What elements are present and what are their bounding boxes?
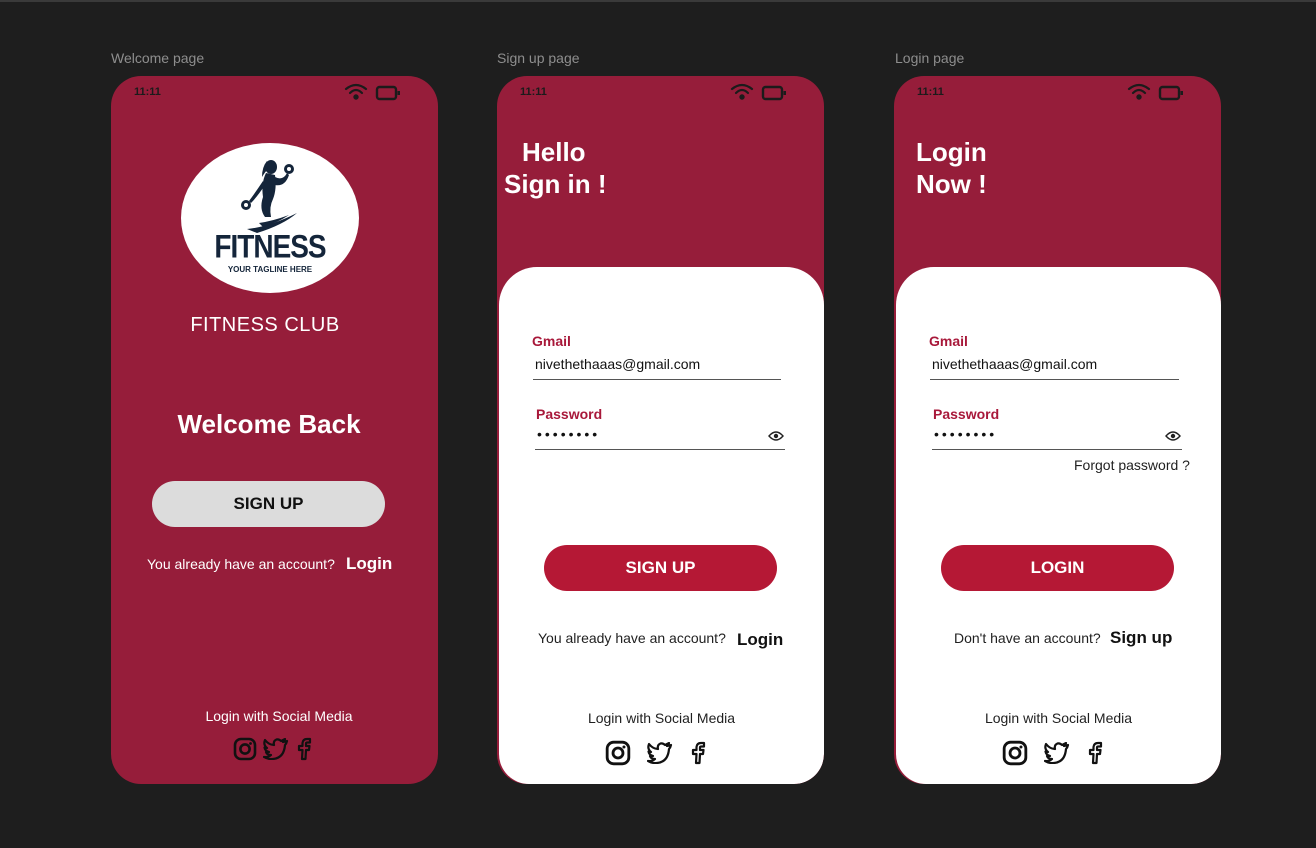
password-underline bbox=[535, 449, 785, 450]
social-icons bbox=[605, 740, 707, 766]
signup-button[interactable]: SIGN UP bbox=[544, 545, 777, 591]
wifi-icon bbox=[730, 83, 754, 100]
signup-screen: 11:11 Hello Sign in ! Gmail nivethethaaa… bbox=[497, 76, 824, 784]
password-underline bbox=[932, 449, 1182, 450]
wifi-icon bbox=[344, 83, 368, 100]
status-icons bbox=[730, 83, 786, 101]
social-label: Login with Social Media bbox=[984, 710, 1133, 726]
twitter-icon[interactable] bbox=[647, 742, 673, 764]
login-button[interactable]: LOGIN bbox=[941, 545, 1174, 591]
gmail-label: Gmail bbox=[532, 333, 571, 349]
account-prompt: You already have an account? bbox=[538, 630, 726, 646]
status-time: 11:11 bbox=[134, 86, 161, 98]
heading-line-2: Now ! bbox=[916, 169, 987, 199]
canvas-top-border bbox=[0, 0, 1316, 2]
eye-icon[interactable] bbox=[1165, 430, 1181, 442]
eye-icon[interactable] bbox=[768, 430, 784, 442]
login-screen: 11:11 Login Now ! Gmail nivethethaaas@gm… bbox=[894, 76, 1221, 784]
welcome-screen: 11:11 FITNESS YOUR TAGLINE HERE FITNESS … bbox=[111, 76, 438, 784]
forgot-password-link[interactable]: Forgot password ? bbox=[1074, 457, 1190, 473]
heading-line-2: Sign in ! bbox=[504, 169, 607, 199]
signup-link[interactable]: Sign up bbox=[1110, 628, 1172, 648]
account-prompt: Don't have an account? bbox=[954, 630, 1101, 646]
login-link[interactable]: Login bbox=[737, 630, 783, 650]
status-icons bbox=[1127, 83, 1183, 101]
facebook-icon[interactable] bbox=[295, 737, 313, 761]
gmail-underline bbox=[533, 379, 781, 380]
heading-line-1: Login bbox=[916, 137, 987, 167]
instagram-icon[interactable] bbox=[233, 737, 257, 761]
status-icons bbox=[344, 83, 400, 101]
status-time: 11:11 bbox=[917, 86, 944, 98]
club-name: FITNESS CLUB bbox=[190, 314, 340, 336]
account-prompt: You already have an account? bbox=[147, 556, 335, 572]
password-label: Password bbox=[536, 406, 603, 422]
instagram-icon[interactable] bbox=[1002, 740, 1028, 766]
social-label: Login with Social Media bbox=[205, 708, 353, 724]
welcome-heading: Welcome Back bbox=[177, 409, 361, 439]
frame-label-signup: Sign up page bbox=[497, 50, 580, 66]
password-input[interactable]: •••••••• bbox=[537, 426, 600, 442]
gmail-input[interactable]: nivethethaaas@gmail.com bbox=[932, 356, 1097, 372]
social-label: Login with Social Media bbox=[587, 710, 736, 726]
login-link[interactable]: Login bbox=[346, 554, 392, 574]
battery-icon bbox=[375, 85, 400, 101]
status-time: 11:11 bbox=[520, 86, 547, 98]
signup-button[interactable]: SIGN UP bbox=[152, 481, 385, 527]
frame-label-welcome: Welcome page bbox=[111, 50, 205, 66]
fitness-logo: FITNESS YOUR TAGLINE HERE bbox=[181, 143, 359, 293]
password-input[interactable]: •••••••• bbox=[934, 426, 997, 442]
wifi-icon bbox=[1127, 83, 1151, 100]
logo-text: FITNESS bbox=[214, 228, 326, 265]
twitter-icon[interactable] bbox=[263, 738, 289, 760]
facebook-icon[interactable] bbox=[689, 741, 707, 765]
logo-tagline: YOUR TAGLINE HERE bbox=[227, 265, 313, 274]
twitter-icon[interactable] bbox=[1044, 742, 1070, 764]
social-icons bbox=[1002, 740, 1104, 766]
heading-line-1: Hello bbox=[522, 137, 586, 167]
form-card: Gmail nivethethaaas@gmail.com Password •… bbox=[499, 267, 824, 784]
athlete-figure-icon bbox=[241, 160, 297, 233]
gmail-label: Gmail bbox=[929, 333, 968, 349]
password-label: Password bbox=[933, 406, 1000, 422]
gmail-underline bbox=[930, 379, 1179, 380]
battery-icon bbox=[1158, 85, 1183, 101]
instagram-icon[interactable] bbox=[605, 740, 631, 766]
gmail-input[interactable]: nivethethaaas@gmail.com bbox=[535, 356, 700, 372]
frame-label-login: Login page bbox=[895, 50, 965, 66]
facebook-icon[interactable] bbox=[1086, 741, 1104, 765]
form-card: Gmail nivethethaaas@gmail.com Password •… bbox=[896, 267, 1221, 784]
social-icons bbox=[233, 737, 313, 761]
battery-icon bbox=[761, 85, 786, 101]
